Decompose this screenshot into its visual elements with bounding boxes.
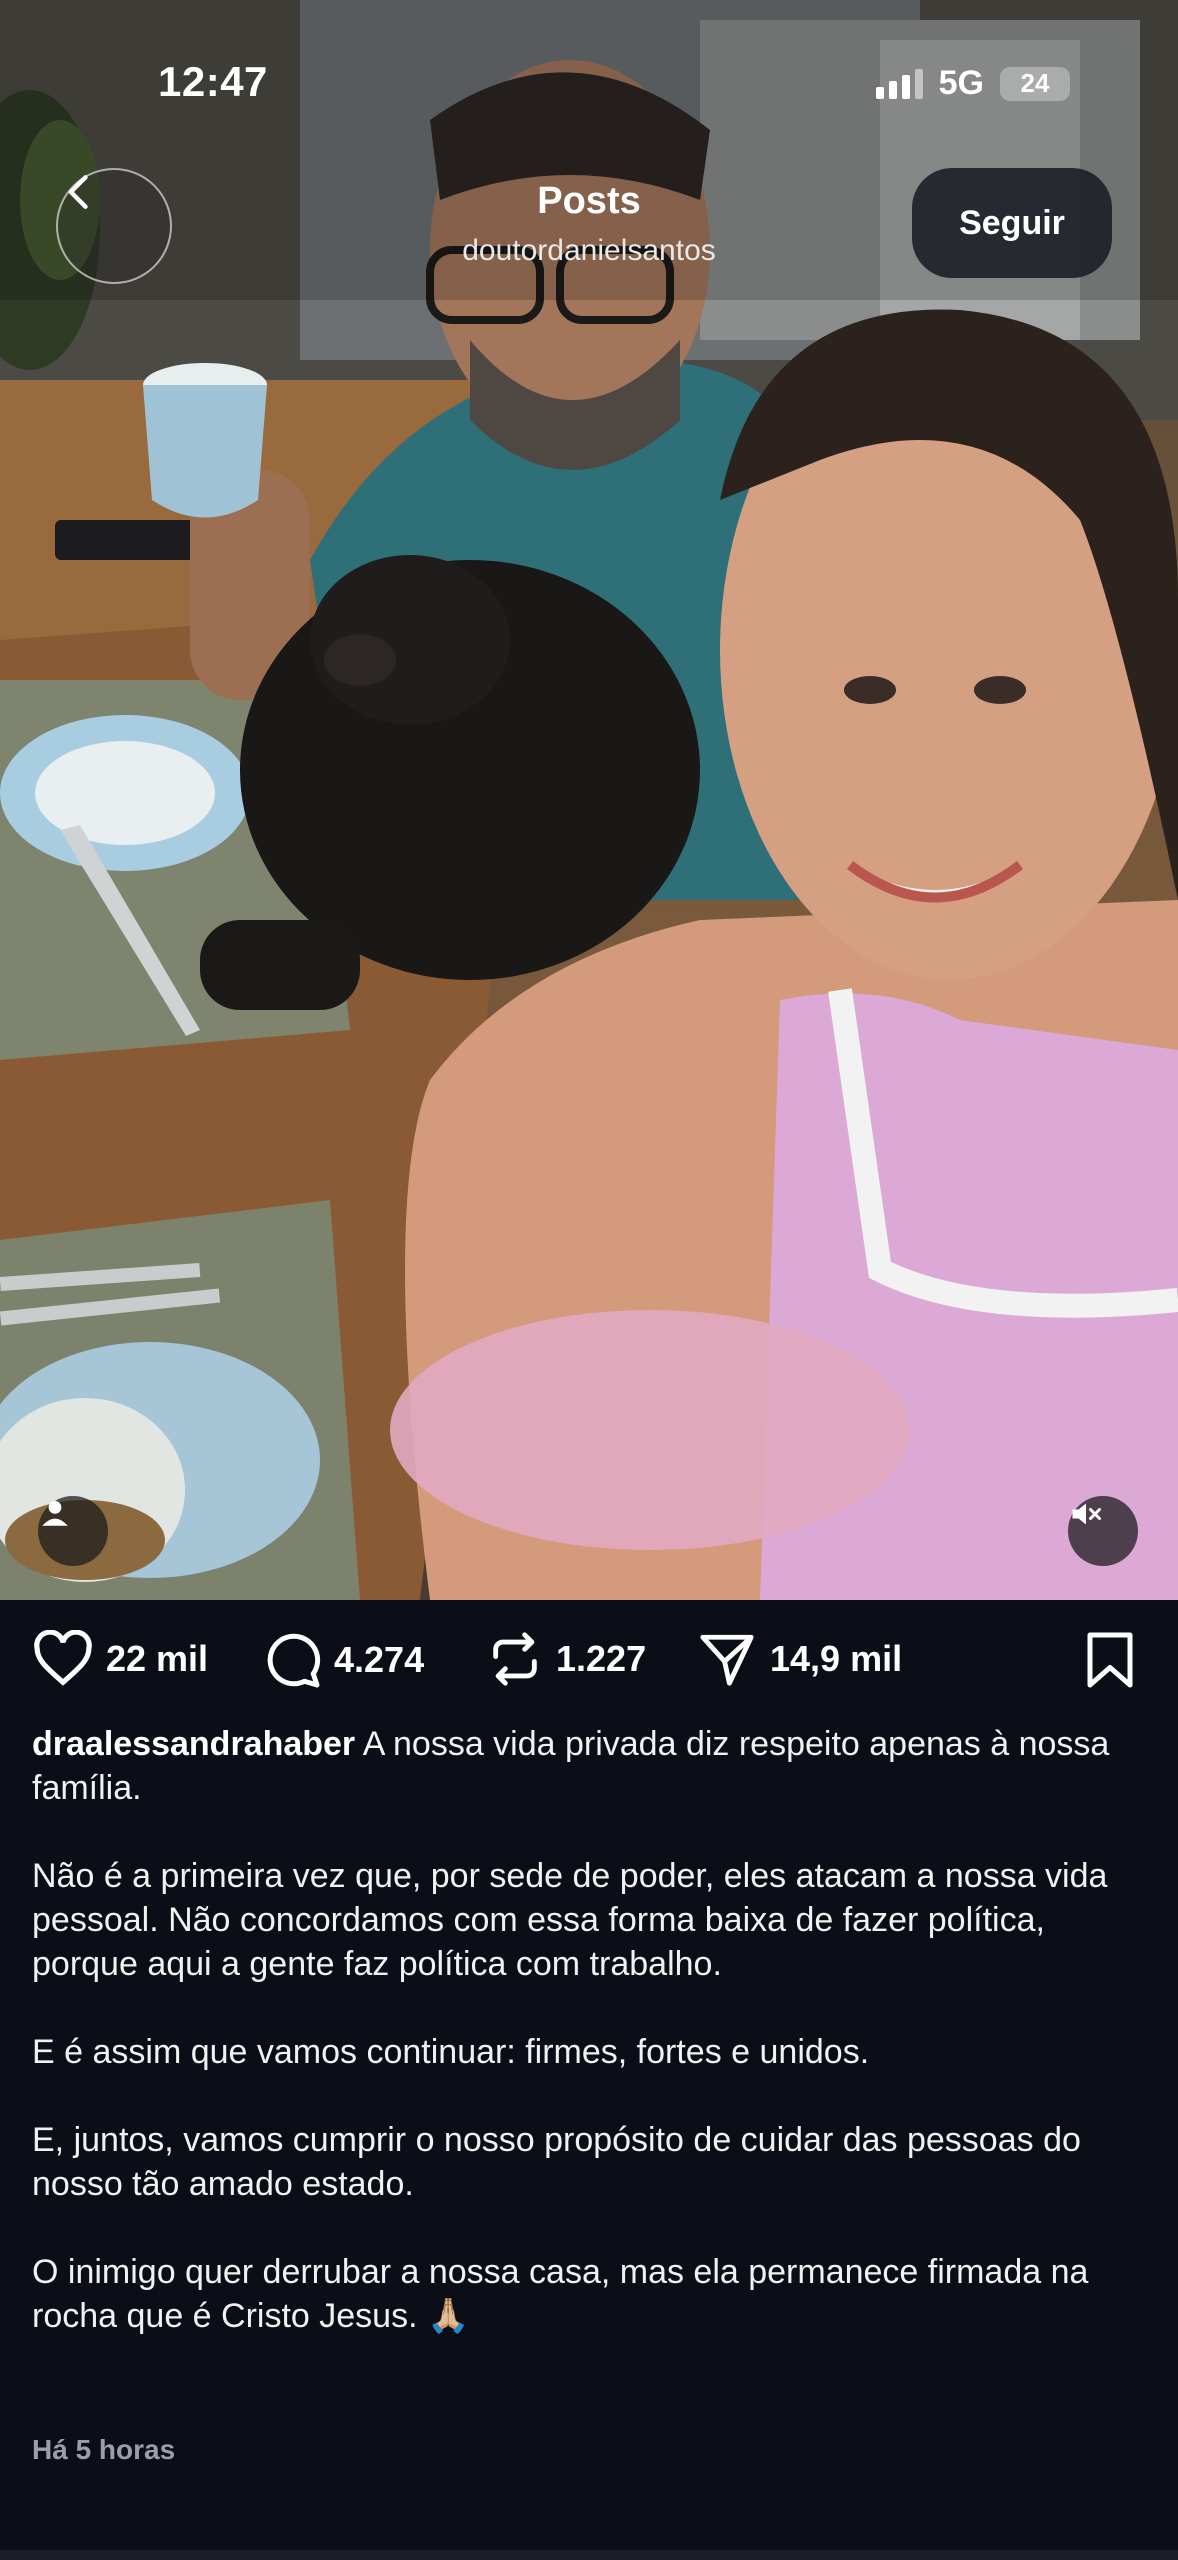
post-timestamp: Há 5 horas (32, 2434, 176, 2465)
repost-icon (493, 1632, 537, 1686)
comment-count: 4.274 (334, 1639, 425, 1680)
status-indicators: 5G 24 (875, 64, 1070, 103)
caption-paragraph: draalessandrahaber A nossa vida privada … (32, 1722, 1142, 1810)
post-photo[interactable]: 12:47 5G 24 Posts doutordanielsantos Seg… (0, 0, 1178, 1600)
status-time: 12:47 (158, 58, 268, 105)
repost-action[interactable]: 1.227 (486, 1630, 646, 1688)
action-bar: 22 mil 4.274 1.227 14,9 mil (0, 1600, 1178, 1730)
bookmark-icon (1087, 1632, 1133, 1688)
caption-text: O inimigo quer derrubar a nossa casa, ma… (32, 2253, 1089, 2335)
repost-count: 1.227 (556, 1638, 647, 1679)
speaker-muted-icon (1072, 1503, 1101, 1525)
send-icon (700, 1634, 754, 1686)
tagged-users-button[interactable] (38, 1496, 108, 1566)
heart-icon (34, 1630, 92, 1686)
caption-author[interactable]: draalessandrahaber (32, 1725, 355, 1763)
user-tag-icon (42, 1500, 68, 1526)
caption-paragraph: E é assim que vamos continuar: firmes, f… (32, 2033, 870, 2071)
caption-paragraph: Não é a primeira vez que, por sede de po… (32, 1857, 1108, 1983)
caption-paragraph: E, juntos, vamos cumprir o nosso propósi… (32, 2121, 1081, 2203)
share-count: 14,9 mil (770, 1638, 903, 1679)
comment-action[interactable]: 4.274 (262, 1630, 424, 1690)
follow-button[interactable]: Seguir (912, 168, 1112, 278)
share-action[interactable]: 14,9 mil (696, 1630, 902, 1688)
mute-button[interactable] (1068, 1496, 1138, 1566)
praying-hands-emoji: 🙏🏼 (426, 2297, 470, 2335)
post-screen: 12:47 5G 24 Posts doutordanielsantos Seg… (0, 0, 1178, 2560)
like-action[interactable]: 22 mil (32, 1630, 208, 1688)
network-type: 5G (938, 64, 984, 102)
signal-icon (875, 68, 923, 99)
like-count: 22 mil (106, 1638, 209, 1679)
save-button[interactable] (1084, 1630, 1136, 1695)
caption-paragraph: O inimigo quer derrubar a nossa casa, ma… (32, 2250, 1142, 2338)
post-caption: draalessandrahaber A nossa vida privada … (32, 1722, 1142, 2382)
battery-icon: 24 (1000, 66, 1070, 101)
bottom-divider (0, 2550, 1178, 2560)
comment-bubble-icon (267, 1633, 321, 1688)
